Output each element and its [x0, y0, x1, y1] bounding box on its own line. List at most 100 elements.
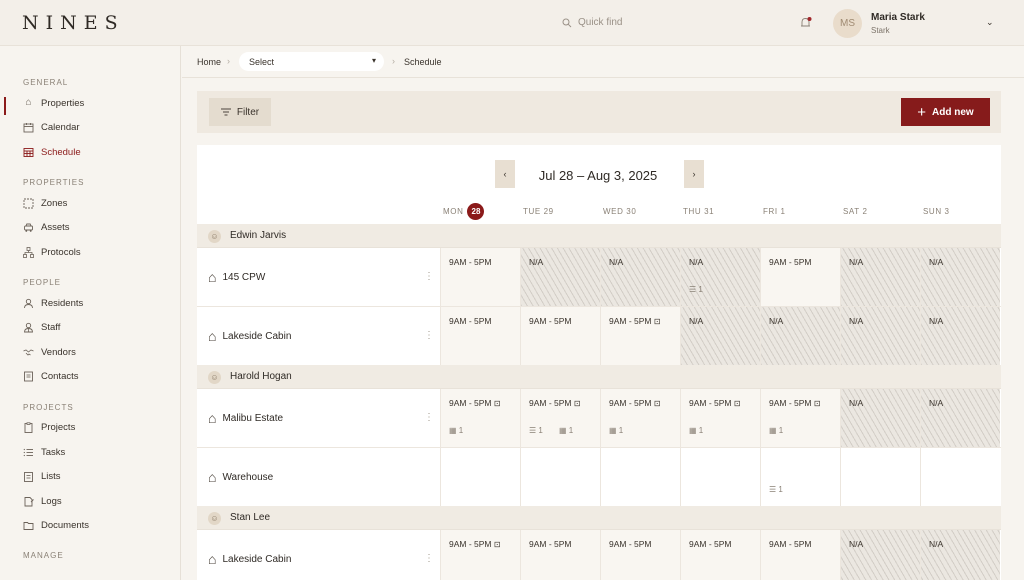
- property-select[interactable]: Select ▾: [239, 52, 384, 71]
- filter-button[interactable]: Filter: [209, 98, 271, 126]
- sidebar-item-label: Tasks: [41, 446, 66, 458]
- sidebar-item-lists[interactable]: Lists: [23, 469, 61, 483]
- shift-time: 9AM - 5PM ⊡: [609, 398, 661, 408]
- quick-find[interactable]: Quick find: [562, 17, 622, 28]
- schedule-cell[interactable]: N/A: [600, 248, 680, 306]
- schedule-cell[interactable]: N/A: [920, 307, 1000, 365]
- schedule-cell[interactable]: N/A: [680, 307, 760, 365]
- property-label[interactable]: ⌂ Malibu Estate: [208, 411, 283, 425]
- app-logo[interactable]: NINES: [22, 12, 125, 34]
- sidebar-item-properties[interactable]: ⌂ Properties: [23, 96, 84, 110]
- schedule-cell[interactable]: N/A: [920, 389, 1000, 447]
- shift-time: N/A: [929, 539, 944, 549]
- schedule-cell[interactable]: 9AM - 5PM: [760, 530, 840, 580]
- schedule-cell[interactable]: ☰ 1: [760, 448, 840, 506]
- sidebar-item-schedule[interactable]: Schedule: [23, 145, 81, 159]
- note-icon: ⊡: [653, 317, 661, 326]
- schedule-cell[interactable]: [680, 448, 760, 506]
- kebab-menu-icon[interactable]: ⋮: [424, 554, 434, 564]
- sidebar-item-residents[interactable]: Residents: [23, 296, 83, 310]
- schedule-cell[interactable]: N/A: [520, 248, 600, 306]
- schedule-cell[interactable]: 9AM - 5PM ⊡: [440, 530, 520, 580]
- schedule-cell[interactable]: 9AM - 5PM: [440, 248, 520, 306]
- user-avatar[interactable]: MS: [833, 9, 862, 38]
- schedule-cell[interactable]: 9AM - 5PM ⊡ ▦ 1: [760, 389, 840, 447]
- shift-time: N/A: [849, 316, 864, 326]
- shift-time: 9AM - 5PM: [769, 539, 812, 549]
- sidebar-section-projects: PROJECTS: [23, 403, 74, 412]
- schedule-cell[interactable]: N/A: [840, 307, 920, 365]
- resident-name[interactable]: Stan Lee: [230, 512, 270, 523]
- schedule-cell[interactable]: 9AM - 5PM: [520, 307, 600, 365]
- schedule-cell[interactable]: N/A: [760, 307, 840, 365]
- schedule-cell[interactable]: [840, 448, 920, 506]
- schedule-cell[interactable]: 9AM - 5PM: [440, 307, 520, 365]
- schedule-cell[interactable]: 9AM - 5PM: [680, 530, 760, 580]
- schedule-cell[interactable]: N/A ☰ 1: [680, 248, 760, 306]
- sidebar-item-vendors[interactable]: Vendors: [23, 345, 76, 359]
- sidebar-item-tasks[interactable]: Tasks: [23, 445, 65, 459]
- resident-name[interactable]: Harold Hogan: [230, 371, 292, 382]
- sidebar-section-general: GENERAL: [23, 78, 69, 87]
- add-new-label: Add new: [932, 106, 974, 118]
- kebab-menu-icon[interactable]: ⋮: [424, 331, 434, 341]
- schedule-cell[interactable]: N/A: [840, 389, 920, 447]
- add-new-button[interactable]: + Add new: [901, 98, 990, 126]
- calendar-icon: ▦: [559, 426, 567, 435]
- property-label[interactable]: ⌂ Lakeside Cabin: [208, 329, 291, 343]
- schedule-cell[interactable]: N/A: [840, 530, 920, 580]
- sidebar-item-assets[interactable]: Assets: [23, 220, 70, 234]
- resident-name[interactable]: Edwin Jarvis: [230, 230, 286, 241]
- sidebar-item-label: Contacts: [41, 370, 79, 382]
- schedule-cell[interactable]: 9AM - 5PM: [760, 248, 840, 306]
- schedule-cell[interactable]: 9AM - 5PM ⊡ ▦ 1: [680, 389, 760, 447]
- shift-time: 9AM - 5PM ⊡: [449, 398, 501, 408]
- kebab-menu-icon[interactable]: ⋮: [424, 272, 434, 282]
- schedule-cell[interactable]: N/A: [920, 248, 1000, 306]
- sidebar-item-staff[interactable]: Staff: [23, 320, 60, 334]
- schedule-cell[interactable]: 9AM - 5PM ⊡ ▦ 1: [600, 389, 680, 447]
- schedule-cell[interactable]: [600, 448, 680, 506]
- property-row: ⌂ 145 CPW ⋮ 9AM - 5PM N/A N/A N/A ☰ 1 9AM - 5PM N…: [197, 248, 1001, 307]
- property-label[interactable]: ⌂ 145 CPW: [208, 270, 265, 284]
- breadcrumb-separator: ›: [227, 56, 230, 66]
- kebab-menu-icon[interactable]: ⋮: [424, 413, 434, 423]
- day-header-fri: FRI 1: [763, 207, 786, 216]
- folder-icon: [23, 520, 34, 531]
- schedule-cell[interactable]: N/A: [840, 248, 920, 306]
- prev-week-button[interactable]: ‹: [495, 160, 515, 188]
- sidebar-item-logs[interactable]: Logs: [23, 494, 62, 508]
- sidebar-item-projects[interactable]: Projects: [23, 420, 75, 434]
- sidebar-item-label: Schedule: [41, 146, 81, 158]
- cell-stat: ▦ 1: [609, 426, 624, 435]
- chevron-down-icon[interactable]: ⌄: [986, 17, 994, 28]
- sidebar-item-protocols[interactable]: Protocols: [23, 245, 81, 259]
- sidebar-item-zones[interactable]: Zones: [23, 196, 67, 210]
- shift-time: N/A: [929, 257, 944, 267]
- shift-time: 9AM - 5PM ⊡: [529, 398, 581, 408]
- schedule-cell[interactable]: 9AM - 5PM: [520, 530, 600, 580]
- breadcrumb-home[interactable]: Home: [197, 57, 221, 67]
- sidebar-item-calendar[interactable]: Calendar: [23, 120, 80, 134]
- schedule-cell[interactable]: [440, 448, 520, 506]
- next-week-button[interactable]: ›: [684, 160, 704, 188]
- list-icon: ☰: [769, 485, 777, 494]
- schedule-cell[interactable]: [920, 448, 1000, 506]
- user-name[interactable]: Maria Stark: [871, 12, 925, 23]
- property-label[interactable]: ⌂ Warehouse: [208, 470, 273, 484]
- property-label[interactable]: ⌂ Lakeside Cabin: [208, 552, 291, 566]
- sidebar-item-contacts[interactable]: Contacts: [23, 369, 79, 383]
- schedule-icon: [23, 147, 34, 158]
- schedule-cell[interactable]: 9AM - 5PM ⊡ ▦ 1: [440, 389, 520, 447]
- sidebar-section-properties: PROPERTIES: [23, 178, 85, 187]
- cell-stat: ▦ 1: [559, 426, 574, 435]
- person-icon: ☺: [208, 371, 221, 384]
- schedule-cell[interactable]: N/A: [920, 530, 1000, 580]
- schedule-cell[interactable]: 9AM - 5PM ⊡: [600, 307, 680, 365]
- schedule-cell[interactable]: 9AM - 5PM: [600, 530, 680, 580]
- property-name: 145 CPW: [222, 271, 266, 283]
- schedule-cell[interactable]: 9AM - 5PM ⊡ ☰ 1 ▦ 1: [520, 389, 600, 447]
- sidebar-item-documents[interactable]: Documents: [23, 518, 89, 532]
- notification-bell-icon[interactable]: [799, 16, 813, 30]
- schedule-cell[interactable]: [520, 448, 600, 506]
